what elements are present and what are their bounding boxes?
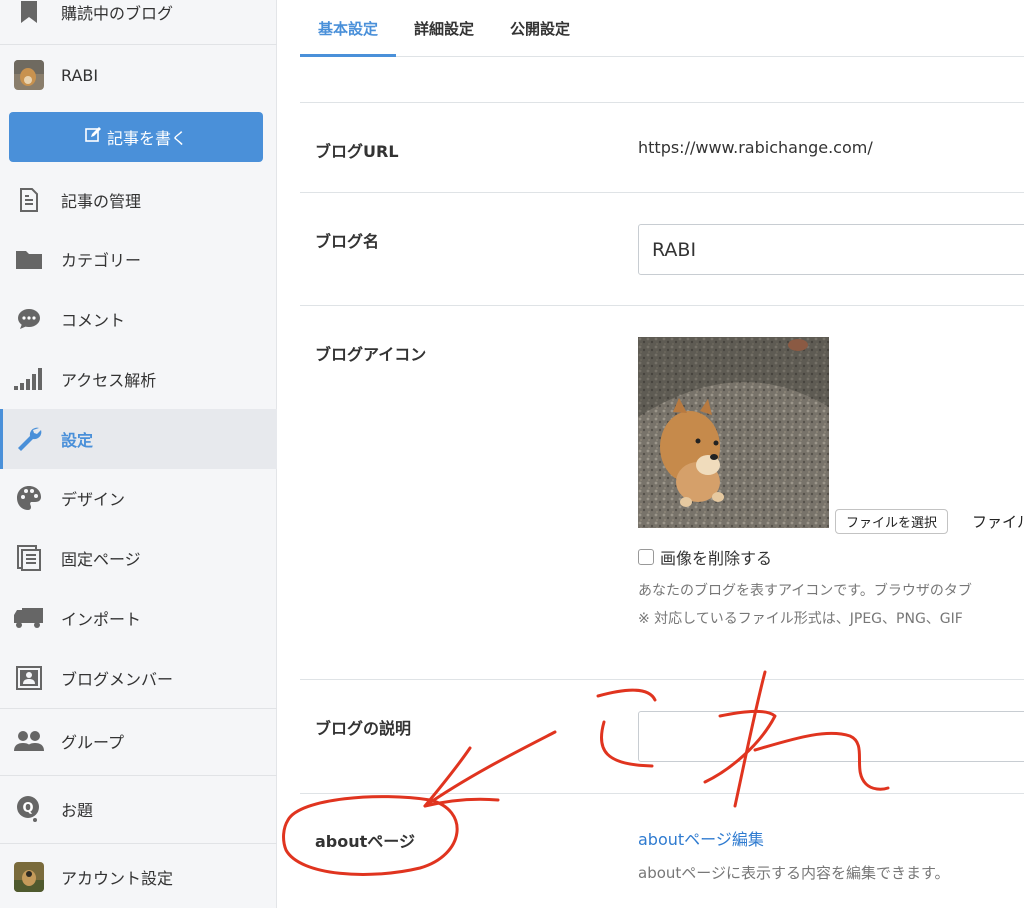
sidebar-item-settings[interactable]: 設定 [0, 409, 277, 469]
sidebar-item-label: ブログメンバー [61, 670, 174, 689]
settings-tabs: 基本設定 詳細設定 公開設定 [300, 0, 1024, 57]
blog-icon-image [638, 337, 829, 528]
sidebar-item-comments[interactable]: コメント [0, 300, 277, 338]
wrench-icon [14, 425, 44, 453]
bar-chart-icon [14, 365, 44, 393]
delete-image-label: 画像を削除する [660, 549, 773, 568]
about-page-edit-link[interactable]: aboutページ編集 [638, 826, 764, 850]
sidebar-item-label: 設定 [61, 431, 94, 450]
choose-file-button[interactable]: ファイルを選択 [835, 509, 949, 534]
sidebar-item-label: 記事の管理 [61, 192, 142, 211]
blog-description-label: ブログの説明 [315, 719, 412, 738]
delete-image-checkbox[interactable] [638, 549, 654, 565]
sidebar-item-account[interactable]: アカウント設定 [0, 858, 277, 896]
sidebar-item-odai[interactable]: Q お題 [0, 790, 277, 828]
pages-icon [14, 544, 44, 572]
sidebar-item-group[interactable]: グループ [0, 722, 277, 760]
sidebar-item-label: 固定ページ [61, 550, 141, 569]
settings-panel: 基本設定 詳細設定 公開設定 ブログURL https://www.rabich… [300, 0, 1024, 908]
sidebar-item-label: インポート [61, 610, 142, 629]
tab-detail-settings[interactable]: 詳細設定 [396, 0, 492, 57]
sidebar-blog-selector[interactable]: RABI [0, 57, 277, 93]
comment-icon [14, 305, 44, 333]
sidebar-item-articles[interactable]: 記事の管理 [0, 181, 277, 219]
sidebar: 購読中のブログ RABI 記事を書く 記事の管理 カテゴリー コメント アクセス… [0, 0, 277, 908]
truck-icon [14, 604, 44, 632]
blog-url-label: ブログURL [315, 142, 399, 161]
blog-name-input[interactable]: RABI [638, 224, 1024, 275]
document-icon [14, 186, 44, 214]
write-article-label: 記事を書く [106, 129, 187, 148]
file-status-text: ファイル [972, 513, 1024, 531]
blog-description-input[interactable] [638, 711, 1024, 762]
sidebar-item-label: デザイン [61, 490, 126, 509]
edit-icon [85, 127, 101, 147]
sidebar-item-label: アクセス解析 [61, 371, 157, 390]
account-avatar [14, 862, 44, 892]
sidebar-item-label: カテゴリー [61, 251, 142, 270]
write-article-button[interactable]: 記事を書く [9, 112, 263, 162]
sidebar-item-label: 購読中のブログ [61, 4, 174, 23]
sidebar-item-label: お題 [61, 801, 94, 820]
icon-help-text: あなたのブログを表すアイコンです。ブラウザのタブ [638, 583, 972, 599]
sidebar-item-pages[interactable]: 固定ページ [0, 539, 277, 577]
users-icon [14, 727, 44, 755]
sidebar-item-label: アカウント設定 [61, 869, 174, 888]
sidebar-item-subscribed[interactable]: 購読中のブログ [0, 0, 277, 30]
blog-name-label: ブログ名 [315, 232, 380, 251]
sidebar-item-design[interactable]: デザイン [0, 479, 277, 517]
delete-image-option[interactable]: 画像を削除する [638, 545, 772, 569]
bookmark-icon [14, 0, 44, 26]
sidebar-item-analytics[interactable]: アクセス解析 [0, 360, 277, 398]
sidebar-item-categories[interactable]: カテゴリー [0, 240, 277, 278]
avatar [14, 60, 44, 90]
about-page-help: aboutページに表示する内容を編集できます。 [638, 864, 950, 882]
sidebar-item-label: グループ [61, 733, 125, 752]
icon-format-note: ※ 対応しているファイル形式は、JPEG、PNG、GIF [638, 611, 963, 627]
folder-icon [14, 245, 44, 273]
sidebar-item-import[interactable]: インポート [0, 599, 277, 637]
blog-icon-label: ブログアイコン [315, 345, 427, 364]
member-icon [14, 664, 44, 692]
palette-icon [14, 484, 44, 512]
blog-name: RABI [61, 65, 99, 85]
about-page-label: aboutページ [315, 832, 415, 851]
sidebar-item-label: コメント [61, 311, 126, 330]
svg-text:Q: Q [22, 801, 33, 816]
odai-icon: Q [14, 795, 44, 823]
tab-basic-settings[interactable]: 基本設定 [300, 0, 397, 57]
tab-publish-settings[interactable]: 公開設定 [492, 0, 588, 57]
sidebar-item-members[interactable]: ブログメンバー [0, 659, 277, 697]
blog-url-value: https://www.rabichange.com/ [638, 138, 873, 157]
